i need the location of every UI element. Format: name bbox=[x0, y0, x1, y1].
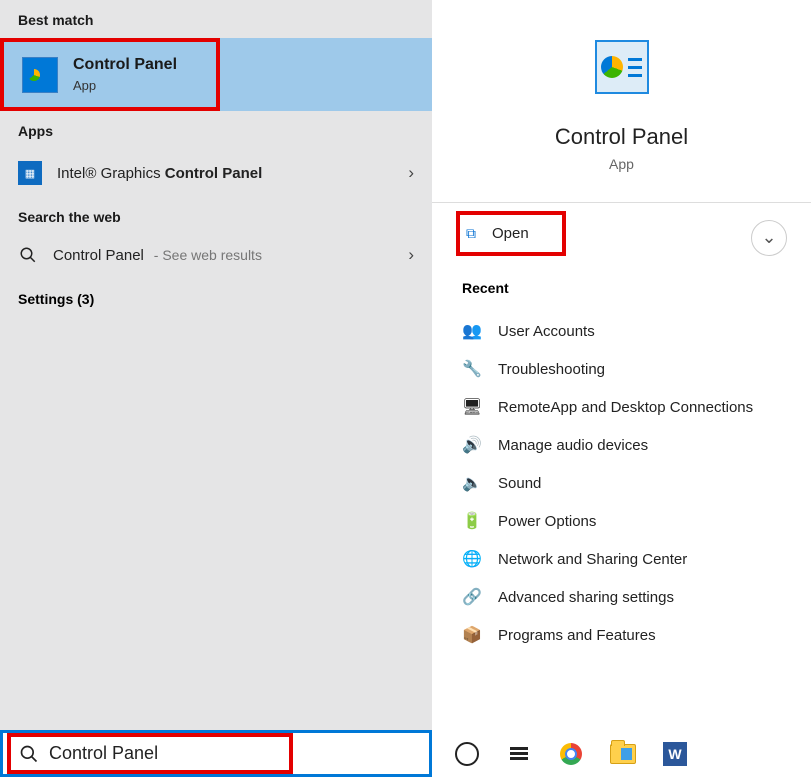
app-label: Intel® Graphics Control Panel bbox=[57, 165, 393, 182]
open-button[interactable]: ⧉ Open bbox=[456, 211, 566, 256]
task-view-icon[interactable] bbox=[504, 739, 534, 769]
apps-header: Apps bbox=[0, 111, 432, 149]
sound-icon: 🔈 bbox=[462, 473, 482, 493]
search-icon bbox=[19, 744, 39, 764]
best-match-title: Control Panel bbox=[73, 56, 177, 74]
web-header: Search the web bbox=[0, 197, 432, 235]
recent-item-troubleshooting[interactable]: 🔧Troubleshooting bbox=[456, 350, 787, 388]
app-result-intel-graphics[interactable]: ▦ Intel® Graphics Control Panel › bbox=[0, 149, 432, 197]
web-result[interactable]: Control Panel - See web results › bbox=[0, 235, 432, 275]
network-icon: 🌐 bbox=[462, 549, 482, 569]
word-icon[interactable]: W bbox=[660, 739, 690, 769]
taskbar-row: W bbox=[0, 730, 811, 777]
search-icon bbox=[18, 245, 38, 265]
chevron-down-icon: ⌄ bbox=[761, 227, 776, 248]
recent-item-remoteapp[interactable]: 🖥RemoteApp and Desktop Connections bbox=[456, 388, 787, 426]
recent-item-network-sharing[interactable]: 🌐Network and Sharing Center bbox=[456, 540, 787, 578]
recent-item-audio-devices[interactable]: 🔊Manage audio devices bbox=[456, 426, 787, 464]
search-input[interactable] bbox=[49, 743, 281, 764]
troubleshooting-icon: 🔧 bbox=[462, 359, 482, 379]
best-match-result[interactable]: Control Panel App bbox=[0, 38, 220, 111]
recent-item-programs-features[interactable]: 📦Programs and Features bbox=[456, 616, 787, 654]
recent-item-advanced-sharing[interactable]: 🔗Advanced sharing settings bbox=[456, 578, 787, 616]
control-panel-icon bbox=[22, 57, 58, 93]
chrome-icon[interactable] bbox=[556, 739, 586, 769]
web-label: Control Panel - See web results bbox=[53, 247, 262, 264]
file-explorer-icon[interactable] bbox=[608, 739, 638, 769]
expand-button[interactable]: ⌄ bbox=[751, 220, 787, 256]
hero-subtitle: App bbox=[609, 156, 634, 172]
open-label: Open bbox=[492, 225, 529, 242]
best-match-header: Best match bbox=[0, 0, 432, 38]
recent-section: Recent 👥User Accounts 🔧Troubleshooting 🖥… bbox=[432, 258, 811, 666]
open-icon: ⧉ bbox=[466, 225, 476, 242]
hero-title: Control Panel bbox=[555, 124, 688, 150]
chevron-right-icon: › bbox=[408, 163, 414, 183]
search-bar[interactable] bbox=[0, 730, 432, 777]
hero-section: Control Panel App bbox=[432, 30, 811, 202]
cortana-icon[interactable] bbox=[452, 739, 482, 769]
intel-graphics-icon: ▦ bbox=[18, 161, 42, 185]
recent-item-power-options[interactable]: 🔋Power Options bbox=[456, 502, 787, 540]
chevron-right-icon: › bbox=[408, 245, 414, 265]
user-accounts-icon: 👥 bbox=[462, 321, 482, 341]
recent-item-user-accounts[interactable]: 👥User Accounts bbox=[456, 312, 787, 350]
taskbar: W bbox=[432, 730, 811, 777]
programs-icon: 📦 bbox=[462, 625, 482, 645]
remoteapp-icon: 🖥 bbox=[462, 397, 482, 417]
control-panel-icon-large bbox=[595, 40, 649, 94]
recent-item-sound[interactable]: 🔈Sound bbox=[456, 464, 787, 502]
best-match-subtitle: App bbox=[73, 78, 177, 93]
details-pane: Control Panel App ⧉ Open ⌄ Recent 👥User … bbox=[432, 0, 811, 730]
settings-header[interactable]: Settings (3) bbox=[0, 275, 432, 323]
search-results-pane: Best match Control Panel App Apps ▦ Inte… bbox=[0, 0, 432, 730]
power-icon: 🔋 bbox=[462, 511, 482, 531]
audio-icon: 🔊 bbox=[462, 435, 482, 455]
sharing-icon: 🔗 bbox=[462, 587, 482, 607]
recent-header: Recent bbox=[462, 280, 781, 296]
